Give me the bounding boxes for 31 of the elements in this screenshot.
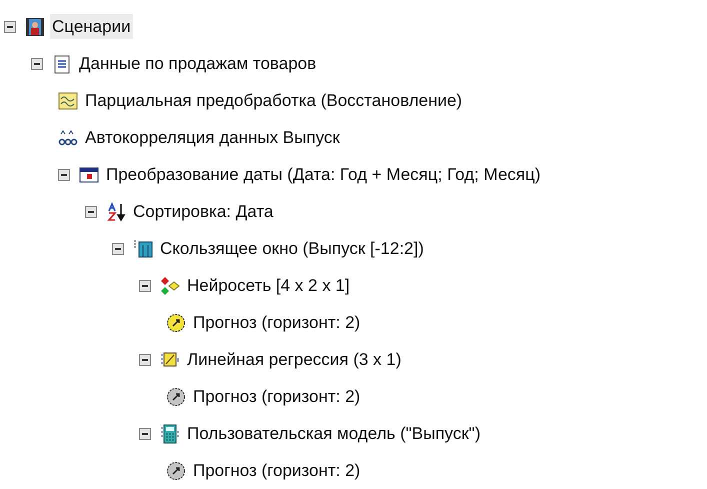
collapse-toggle[interactable] <box>85 206 97 218</box>
collapse-toggle[interactable] <box>139 428 151 440</box>
film-portrait-icon <box>25 16 45 36</box>
tree-item[interactable]: Преобразование даты (Дата: Год + Месяц; Год; Месяц) <box>104 162 542 188</box>
tree-item[interactable]: Сценарии <box>50 14 133 40</box>
tree-item[interactable]: Пользовательская модель ("Выпуск") <box>185 420 482 446</box>
tree-item[interactable]: Сортировка: Дата <box>131 198 276 224</box>
wave-chart-icon <box>58 90 78 110</box>
calendar-icon <box>79 164 99 184</box>
tree-item[interactable]: Парциальная предобработка (Восстановление) <box>83 88 464 114</box>
tree-item[interactable]: Линейная регрессия (3 x 1) <box>185 346 404 372</box>
window-icon <box>133 238 153 258</box>
tree-item[interactable]: Автокорреляция данных Выпуск <box>83 124 342 150</box>
tree-item[interactable]: Скользящее окно (Выпуск [-12:2]) <box>158 236 426 262</box>
tree-item[interactable]: Прогноз (горизонт: 2) <box>191 458 362 484</box>
diamonds-icon <box>160 276 180 296</box>
tree-item[interactable]: Прогноз (горизонт: 2) <box>191 310 362 336</box>
tree-item[interactable]: Нейросеть [4 x 2 x 1] <box>185 272 352 298</box>
collapse-toggle[interactable] <box>112 242 124 254</box>
regression-icon <box>160 350 180 370</box>
notepad-icon <box>52 54 72 74</box>
nodes-icon <box>58 128 78 148</box>
sort-icon <box>106 202 126 222</box>
tree-item[interactable]: Прогноз (горизонт: 2) <box>191 384 362 410</box>
calculator-icon <box>160 424 180 444</box>
collapse-toggle[interactable] <box>31 58 43 70</box>
tree-item[interactable]: Данные по продажам товаров <box>77 50 318 76</box>
collapse-toggle[interactable] <box>58 168 70 180</box>
collapse-toggle[interactable] <box>139 354 151 366</box>
collapse-toggle[interactable] <box>4 20 16 32</box>
collapse-toggle[interactable] <box>139 280 151 292</box>
